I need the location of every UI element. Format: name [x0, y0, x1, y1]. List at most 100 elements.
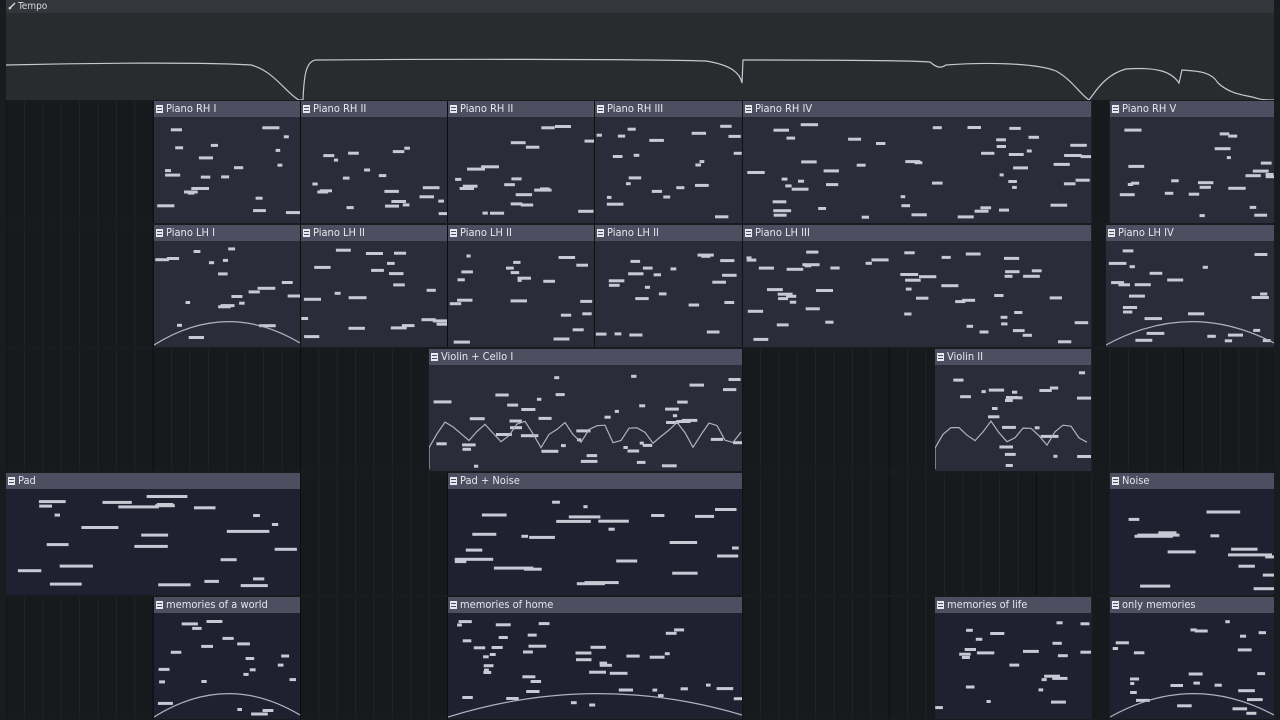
clip-strings[interactable]: Violin II: [935, 349, 1091, 471]
clip-header[interactable]: Noise: [1110, 473, 1274, 489]
clip-header[interactable]: Piano RH V: [1110, 101, 1274, 117]
clip-label: Piano RH IV: [755, 102, 813, 115]
clip-header[interactable]: Piano LH II: [301, 225, 447, 241]
note-pattern: [1106, 249, 1274, 346]
note-pattern: [312, 146, 447, 216]
clip-notes[interactable]: [154, 117, 300, 223]
clip-header[interactable]: Piano LH IV: [1106, 225, 1274, 241]
clip-header[interactable]: Pad + Noise: [448, 473, 742, 489]
clip-notes[interactable]: [743, 241, 1091, 347]
clip-piano-rh[interactable]: Piano RH III: [595, 101, 742, 223]
clip-header[interactable]: Piano RH II: [448, 101, 594, 117]
clip-label: Piano RH II: [313, 102, 367, 115]
clip-notes[interactable]: [154, 613, 300, 719]
clip-notes[interactable]: [6, 489, 300, 595]
tempo-track[interactable]: Tempo: [6, 0, 1274, 100]
note-pattern: [429, 374, 742, 469]
track-lane-piano-rh[interactable]: Piano RH I Piano RH II Piano RH II Piano RH…: [6, 101, 1274, 223]
clip-notes[interactable]: [743, 117, 1091, 223]
clip-menu-icon[interactable]: [156, 105, 163, 113]
clip-notes[interactable]: [935, 613, 1091, 719]
clip-piano-lh[interactable]: Piano LH I: [154, 225, 300, 347]
clip-notes[interactable]: [429, 365, 742, 471]
clip-menu-icon[interactable]: [937, 601, 944, 609]
clip-header[interactable]: memories of a world: [154, 597, 300, 613]
clip-pad[interactable]: Noise: [1110, 473, 1274, 595]
note-pattern: [1119, 128, 1274, 218]
clip-notes[interactable]: [1106, 241, 1274, 347]
clip-header[interactable]: Violin II: [935, 349, 1091, 365]
clip-notes[interactable]: [448, 613, 742, 719]
clip-label: Violin + Cello I: [441, 350, 514, 363]
clip-header[interactable]: Piano RH IV: [743, 101, 1091, 117]
tempo-curve[interactable]: [6, 13, 1274, 100]
tempo-header[interactable]: Tempo: [6, 0, 1274, 13]
clip-notes[interactable]: [154, 241, 300, 347]
clip-menu-icon[interactable]: [431, 353, 438, 361]
clip-header[interactable]: only memories: [1110, 597, 1274, 613]
clip-header[interactable]: Violin + Cello I: [429, 349, 742, 365]
clip-header[interactable]: Piano LH II: [595, 225, 742, 241]
clip-menu-icon[interactable]: [450, 105, 457, 113]
clip-menu-icon[interactable]: [1112, 105, 1119, 113]
clip-menu-icon[interactable]: [303, 105, 310, 113]
clip-piano-lh[interactable]: Piano LH III: [743, 225, 1091, 347]
clip-header[interactable]: Piano LH I: [154, 225, 300, 241]
clip-strings[interactable]: Violin + Cello I: [429, 349, 742, 471]
clip-menu-icon[interactable]: [450, 477, 457, 485]
clip-piano-lh[interactable]: Piano LH II: [595, 225, 742, 347]
clip-menu-icon[interactable]: [937, 353, 944, 361]
clip-piano-rh[interactable]: Piano RH II: [301, 101, 447, 223]
clip-memories[interactable]: memories of a world: [154, 597, 300, 719]
clip-piano-lh[interactable]: Piano LH II: [448, 225, 594, 347]
clip-menu-icon[interactable]: [8, 477, 15, 485]
clip-menu-icon[interactable]: [745, 105, 752, 113]
clip-notes[interactable]: [301, 241, 447, 347]
track-lane-pad[interactable]: Pad Pad + Noise Noise: [6, 473, 1274, 595]
clip-header[interactable]: memories of home: [448, 597, 742, 613]
clip-menu-icon[interactable]: [1112, 601, 1119, 609]
clip-piano-lh[interactable]: Piano LH II: [301, 225, 447, 347]
clip-piano-rh[interactable]: Piano RH V: [1110, 101, 1274, 223]
clip-pad[interactable]: Pad + Noise: [448, 473, 742, 595]
clip-pad[interactable]: Pad: [6, 473, 300, 595]
clip-memories[interactable]: only memories: [1110, 597, 1274, 719]
clip-piano-rh[interactable]: Piano RH IV: [743, 101, 1091, 223]
clip-menu-icon[interactable]: [1108, 229, 1115, 237]
clip-piano-lh[interactable]: Piano LH IV: [1106, 225, 1274, 347]
clip-menu-icon[interactable]: [450, 229, 457, 237]
clip-notes[interactable]: [1110, 489, 1274, 595]
clip-notes[interactable]: [301, 117, 447, 223]
clip-notes[interactable]: [448, 241, 594, 347]
clip-notes[interactable]: [935, 365, 1091, 471]
clip-header[interactable]: Pad: [6, 473, 300, 489]
clip-menu-icon[interactable]: [450, 601, 457, 609]
clip-header[interactable]: memories of life: [935, 597, 1091, 613]
clip-menu-icon[interactable]: [156, 601, 163, 609]
clip-header[interactable]: Piano RH III: [595, 101, 742, 117]
clip-menu-icon[interactable]: [597, 105, 604, 113]
note-pattern: [747, 123, 1091, 219]
clip-notes[interactable]: [1110, 117, 1274, 223]
clip-header[interactable]: Piano RH II: [301, 101, 447, 117]
clip-menu-icon[interactable]: [597, 229, 604, 237]
clip-piano-rh[interactable]: Piano RH I: [154, 101, 300, 223]
clip-memories[interactable]: memories of life: [935, 597, 1091, 719]
clip-notes[interactable]: [448, 117, 594, 223]
clip-menu-icon[interactable]: [1112, 477, 1119, 485]
clip-header[interactable]: Piano LH III: [743, 225, 1091, 241]
track-lane-strings[interactable]: Violin + Cello I Violin II: [6, 349, 1274, 471]
clip-notes[interactable]: [448, 489, 742, 595]
clip-header[interactable]: Piano RH I: [154, 101, 300, 117]
clip-notes[interactable]: [1110, 613, 1274, 719]
clip-menu-icon[interactable]: [156, 229, 163, 237]
track-lane-memories[interactable]: memories of a world memories of home memor…: [6, 597, 1274, 719]
clip-notes[interactable]: [595, 117, 742, 223]
clip-menu-icon[interactable]: [303, 229, 310, 237]
clip-menu-icon[interactable]: [745, 229, 752, 237]
clip-notes[interactable]: [595, 241, 742, 347]
clip-memories[interactable]: memories of home: [448, 597, 742, 719]
clip-piano-rh[interactable]: Piano RH II: [448, 101, 594, 223]
clip-header[interactable]: Piano LH II: [448, 225, 594, 241]
track-lane-piano-lh[interactable]: Piano LH I Piano LH II Piano LH II Piano LH…: [6, 225, 1274, 347]
